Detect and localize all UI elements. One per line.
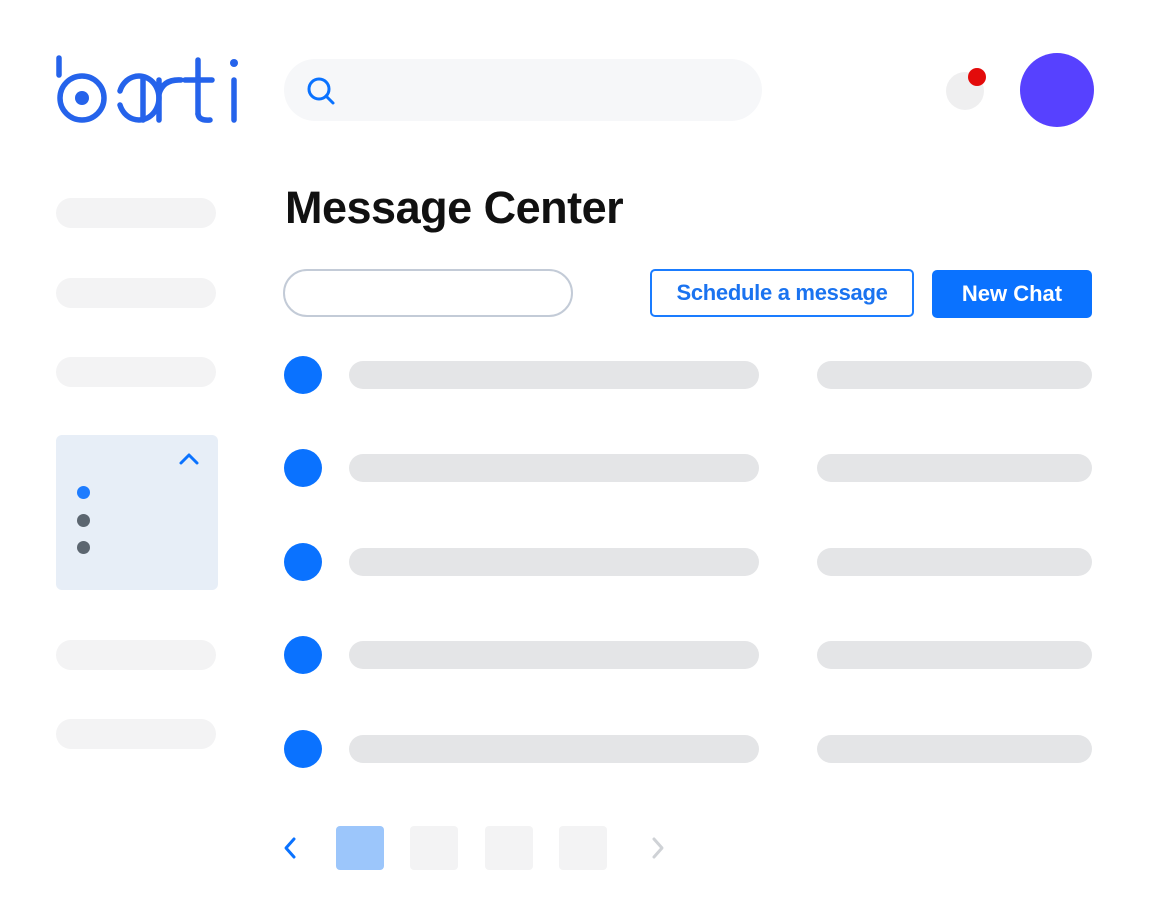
search-icon bbox=[306, 76, 336, 106]
contact-avatar bbox=[284, 636, 322, 674]
message-filter-input[interactable] bbox=[283, 269, 573, 317]
sidebar-item[interactable] bbox=[56, 278, 216, 308]
page-4-button[interactable] bbox=[559, 826, 607, 870]
chevron-left-icon[interactable] bbox=[280, 832, 300, 864]
notifications-button[interactable] bbox=[944, 66, 990, 112]
page-title: Message Center bbox=[285, 182, 624, 233]
search-bar[interactable] bbox=[284, 59, 762, 121]
page-2-button[interactable] bbox=[410, 826, 458, 870]
message-preview-placeholder bbox=[349, 641, 759, 669]
message-meta-placeholder bbox=[817, 361, 1092, 389]
message-meta-placeholder bbox=[817, 641, 1092, 669]
new-chat-button[interactable]: New Chat bbox=[932, 270, 1092, 318]
sidebar-subitem-dot[interactable] bbox=[77, 541, 90, 554]
sidebar-subitem-dot-active[interactable] bbox=[77, 486, 90, 499]
message-meta-placeholder bbox=[817, 735, 1092, 763]
contact-avatar bbox=[284, 730, 322, 768]
page-3-button[interactable] bbox=[485, 826, 533, 870]
sidebar-expanded-group bbox=[56, 435, 218, 590]
barti-logo[interactable] bbox=[52, 54, 242, 126]
page-1-button[interactable] bbox=[336, 826, 384, 870]
notification-dot bbox=[968, 68, 986, 86]
message-meta-placeholder bbox=[817, 454, 1092, 482]
user-avatar[interactable] bbox=[1020, 53, 1094, 127]
chevron-right-icon[interactable] bbox=[648, 832, 668, 864]
contact-avatar bbox=[284, 543, 322, 581]
sidebar-item[interactable] bbox=[56, 198, 216, 228]
sidebar-item[interactable] bbox=[56, 357, 216, 387]
sidebar-subitem-dot[interactable] bbox=[77, 514, 90, 527]
message-meta-placeholder bbox=[817, 548, 1092, 576]
message-preview-placeholder bbox=[349, 454, 759, 482]
barti-logo-mark bbox=[56, 55, 238, 123]
contact-avatar bbox=[284, 356, 322, 394]
chevron-up-icon[interactable] bbox=[177, 451, 201, 467]
schedule-message-button[interactable]: Schedule a message bbox=[650, 269, 914, 317]
message-preview-placeholder bbox=[349, 735, 759, 763]
message-preview-placeholder bbox=[349, 361, 759, 389]
sidebar-item[interactable] bbox=[56, 719, 216, 749]
contact-avatar bbox=[284, 449, 322, 487]
message-preview-placeholder bbox=[349, 548, 759, 576]
sidebar-item[interactable] bbox=[56, 640, 216, 670]
